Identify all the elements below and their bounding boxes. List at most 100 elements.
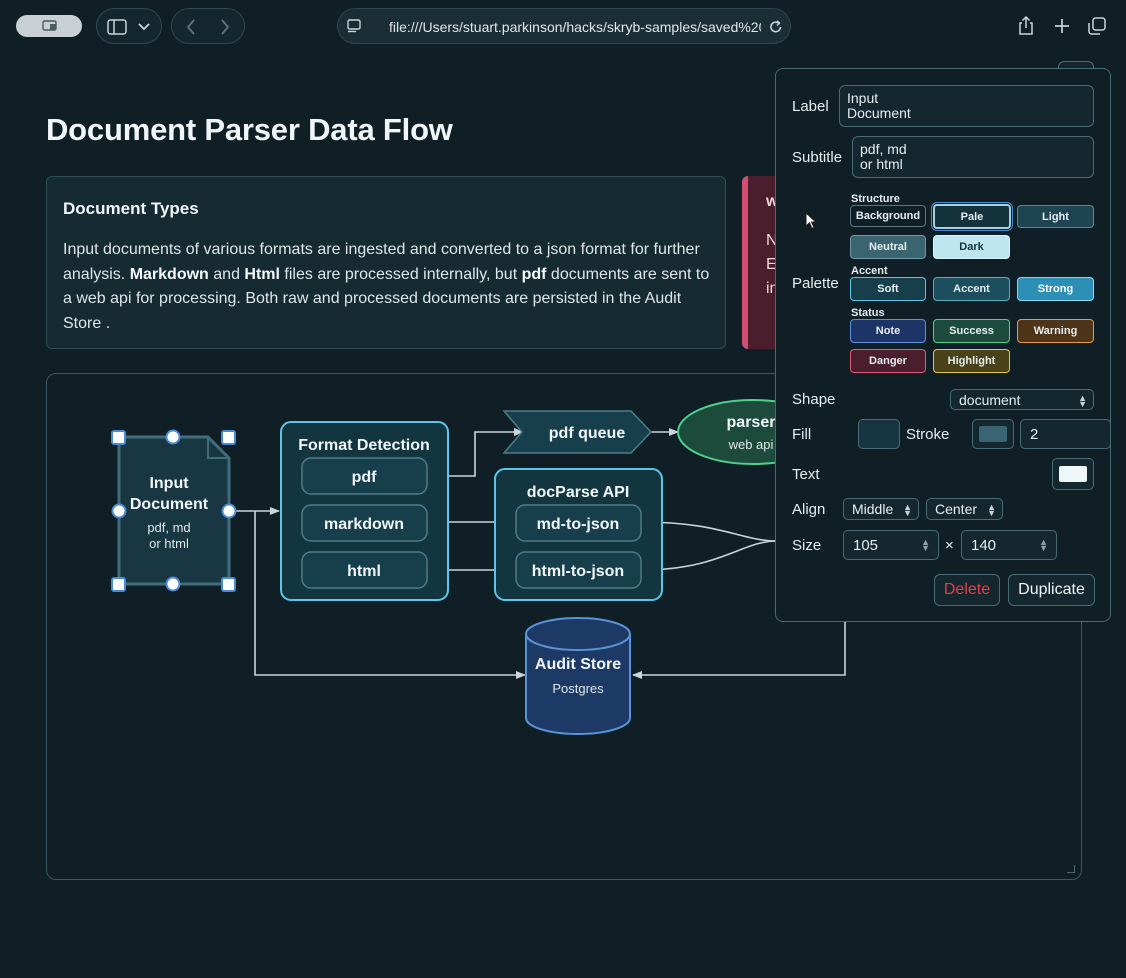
format-html-label: html xyxy=(347,563,381,580)
navigation-group xyxy=(171,8,245,44)
vertical-align-select[interactable]: Middle ▲ ▼ xyxy=(843,498,919,520)
palette-group-status: Status xyxy=(851,307,885,319)
stepper-icon[interactable]: ▲ ▼ xyxy=(1039,538,1048,553)
card-text: and xyxy=(208,265,245,283)
share-icon[interactable] xyxy=(1015,15,1037,37)
swatch-neutral[interactable]: Neutral xyxy=(850,235,926,259)
swatch-note[interactable]: Note xyxy=(850,319,926,343)
reload-icon[interactable] xyxy=(768,19,784,35)
window-control-pill[interactable] xyxy=(16,15,82,37)
palette-group-accent: Accent xyxy=(851,265,888,277)
resize-handle-e xyxy=(221,503,237,519)
sidebar-icon[interactable] xyxy=(107,18,127,36)
url-text: file:///Users/stuart.parkinson/hacks/skr… xyxy=(389,19,761,35)
swatch-light[interactable]: Light xyxy=(1017,205,1094,228)
horizontal-align-select[interactable]: Center ▲ ▼ xyxy=(926,498,1003,520)
api-title: docParse API xyxy=(527,484,630,501)
page-menu-icon[interactable] xyxy=(346,18,362,34)
swatch-highlight[interactable]: Highlight xyxy=(933,349,1010,373)
card-heading: Document Types xyxy=(63,199,199,218)
page-title: Document Parser Data Flow xyxy=(46,112,453,147)
audit-store-label: Audit Store xyxy=(535,656,621,673)
format-title: Format Detection xyxy=(298,437,430,454)
label-caption: Label xyxy=(792,98,829,115)
horizontal-align-value: Center xyxy=(935,501,978,517)
parser-label: parser xyxy=(727,414,776,431)
forward-icon[interactable] xyxy=(216,18,234,36)
format-detection-group[interactable]: Format Detection pdf markdown html xyxy=(280,421,449,601)
shape-select-value: document xyxy=(959,392,1021,408)
swatch-dark[interactable]: Dark xyxy=(933,235,1010,259)
swatch-pale[interactable]: Pale xyxy=(931,202,1013,231)
pdf-queue-node[interactable]: pdf queue xyxy=(502,410,653,454)
card-bold: pdf xyxy=(521,265,547,283)
audit-store-node[interactable]: Audit Store Postgres xyxy=(525,617,631,735)
swatch-success[interactable]: Success xyxy=(933,319,1010,343)
resize-handle-se xyxy=(221,577,236,592)
card-body: Input documents of various formats are i… xyxy=(63,238,711,336)
card-bold: Html xyxy=(244,265,280,283)
align-caption: Align xyxy=(792,501,826,518)
width-value: 105 xyxy=(853,537,879,554)
shape-select[interactable]: document ▲ ▼ xyxy=(950,389,1094,410)
palette-caption: Palette xyxy=(792,275,839,292)
parser-subtitle: web api xyxy=(728,437,774,452)
node-inspector-panel: Label Input Document Subtitle pdf, md or… xyxy=(775,68,1111,622)
input-document-node[interactable]: Input Document pdf, md or html xyxy=(117,435,231,586)
format-pdf-label: pdf xyxy=(352,469,378,486)
docparse-api-group[interactable]: docParse API md-to-json html-to-json xyxy=(494,468,663,601)
subtitle-textarea[interactable]: pdf, md or html xyxy=(852,136,1094,178)
browser-toolbar: file:///Users/stuart.parkinson/hacks/skr… xyxy=(0,0,1126,52)
stepper-icon[interactable]: ▲ ▼ xyxy=(921,538,930,553)
resize-handle-w xyxy=(111,503,127,519)
mouse-cursor-icon xyxy=(805,212,817,230)
md-to-json-label: md-to-json xyxy=(537,516,620,533)
resize-handle-nw xyxy=(111,430,126,445)
label-textarea[interactable]: Input Document xyxy=(839,85,1094,127)
stroke-caption: Stroke xyxy=(906,426,950,443)
vertical-align-value: Middle xyxy=(852,501,894,517)
resize-handle-n xyxy=(165,429,181,445)
card-bold: Markdown xyxy=(129,265,209,283)
input-subtitle: pdf, md xyxy=(147,520,190,535)
pdf-queue-label: pdf queue xyxy=(549,425,626,442)
shape-caption: Shape xyxy=(792,391,836,408)
swatch-warning[interactable]: Warning xyxy=(1017,319,1094,343)
address-bar[interactable]: file:///Users/stuart.parkinson/hacks/skr… xyxy=(337,8,791,44)
resize-handle-sw xyxy=(111,577,126,592)
new-tab-icon[interactable] xyxy=(1051,15,1073,37)
subtitle-caption: Subtitle xyxy=(792,149,843,166)
card-text: files are processed internally, but xyxy=(279,265,522,283)
updown-chevron-icon: ▲ ▼ xyxy=(903,502,912,518)
input-label: Document xyxy=(130,496,209,513)
back-icon[interactable] xyxy=(182,18,200,36)
stroke-width-input[interactable]: 2 xyxy=(1020,419,1111,449)
height-value: 140 xyxy=(971,537,997,554)
tab-overview-icon[interactable] xyxy=(1086,15,1108,37)
html-to-json-label: html-to-json xyxy=(532,563,624,580)
updown-chevron-icon: ▲ ▼ xyxy=(1078,393,1087,409)
fill-color-well[interactable] xyxy=(858,419,900,449)
delete-button[interactable]: Delete xyxy=(934,574,1000,606)
canvas-resize-grip[interactable] xyxy=(1067,865,1075,873)
fill-caption: Fill xyxy=(792,426,812,443)
swatch-danger[interactable]: Danger xyxy=(850,349,926,373)
resize-handle-ne xyxy=(221,430,236,445)
swatch-soft[interactable]: Soft xyxy=(850,277,926,301)
swatch-background[interactable]: Background xyxy=(850,205,926,227)
text-caption: Text xyxy=(792,466,820,483)
height-stepper[interactable]: 140 ▲ ▼ xyxy=(961,530,1057,560)
input-label: Input xyxy=(149,475,189,492)
edge-parser-to-store xyxy=(632,621,846,679)
sidebar-toggle-group[interactable] xyxy=(96,8,162,44)
swatch-strong[interactable]: Strong xyxy=(1017,277,1094,301)
audit-store-subtitle: Postgres xyxy=(552,681,604,696)
chevron-down-icon[interactable] xyxy=(137,20,151,34)
swatch-accent[interactable]: Accent xyxy=(933,277,1010,301)
width-stepper[interactable]: 105 ▲ ▼ xyxy=(843,530,939,560)
duplicate-button[interactable]: Duplicate xyxy=(1008,574,1095,606)
text-color-well[interactable] xyxy=(1052,458,1094,490)
stroke-color-well[interactable] xyxy=(972,419,1014,449)
size-caption: Size xyxy=(792,537,822,554)
document-types-card: Document Types Input documents of variou… xyxy=(46,176,726,349)
